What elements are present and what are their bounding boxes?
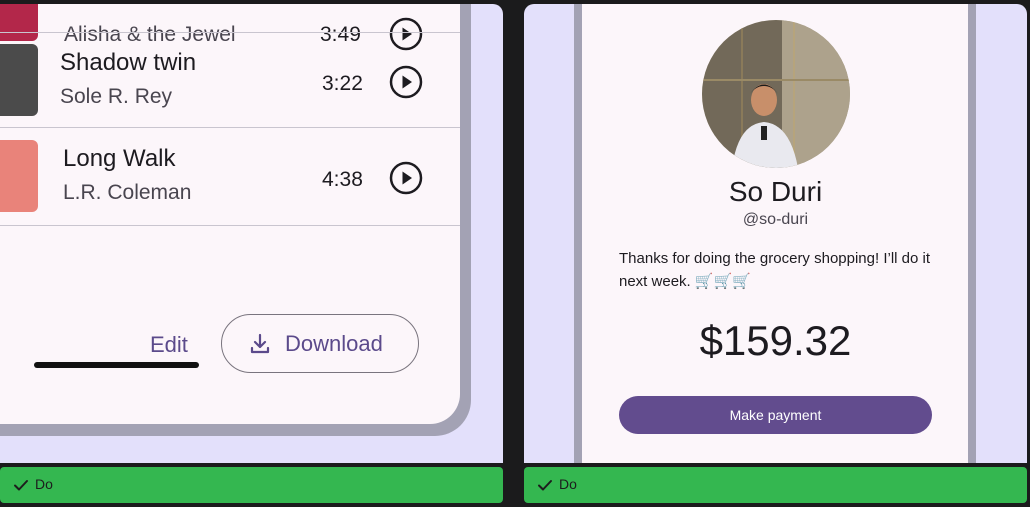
payment-message: Thanks for doing the grocery shopping! I… (619, 250, 931, 290)
profile-name: So Duri (728, 176, 823, 207)
download-label: Download (285, 331, 383, 356)
banner-label: Do (559, 476, 577, 492)
payment-amount: $159.32 (699, 317, 852, 364)
phone-frame-right-edge (968, 4, 976, 463)
home-indicator (34, 362, 199, 368)
do-banner: Do (524, 467, 1027, 503)
do-banner: Do (0, 467, 503, 503)
edit-button[interactable]: Edit (150, 332, 188, 358)
left-example-panel: Alisha & the Jewel 3:49 Shadow twin Sole… (0, 4, 503, 463)
banner-label: Do (35, 476, 53, 492)
profile-avatar (702, 20, 850, 168)
download-icon (250, 333, 270, 354)
check-icon (14, 480, 28, 491)
profile-photo (702, 20, 850, 168)
download-button[interactable]: Download (221, 314, 419, 373)
profile-handle: @so-duri (742, 211, 809, 228)
make-payment-button[interactable]: Make payment (619, 396, 932, 434)
phone-screen: Alisha & the Jewel 3:49 Shadow twin Sole… (0, 4, 460, 424)
check-icon (538, 480, 552, 491)
right-example-panel: So Duri @so-duri Thanks for doing the gr… (524, 4, 1027, 463)
phone-frame-left-edge (574, 4, 582, 463)
